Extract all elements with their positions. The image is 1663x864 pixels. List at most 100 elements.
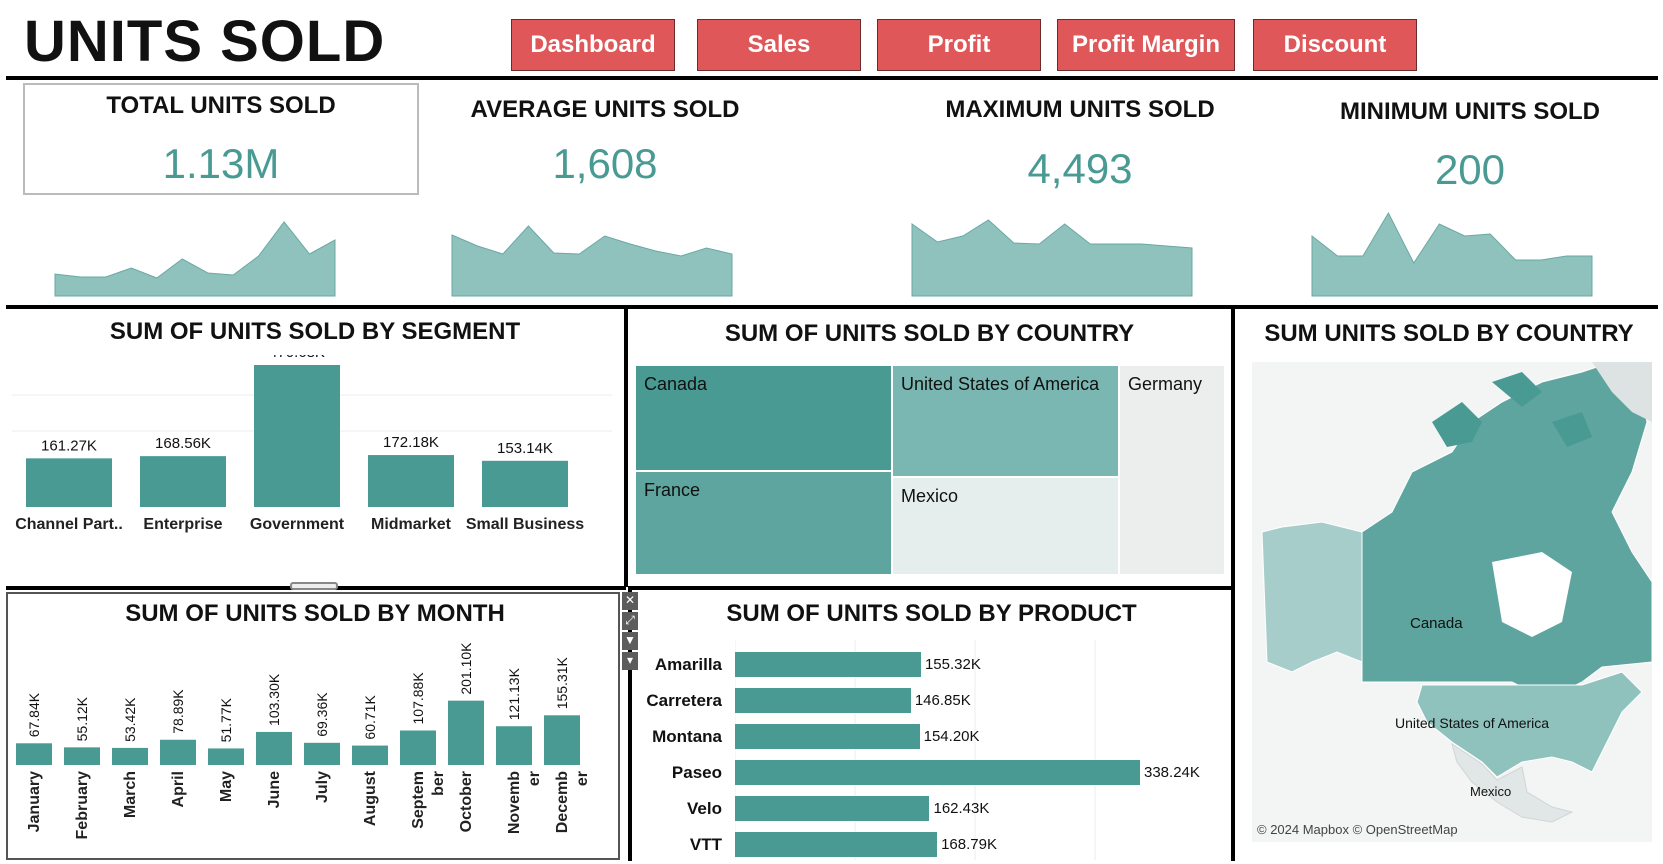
segment-value-label: 153.14K [497, 440, 553, 457]
sparkline-area [1311, 211, 1593, 297]
product-value-label: 155.32K [924, 656, 981, 673]
treemap-label-mexico: Mexico [901, 486, 959, 506]
sparkline-area [451, 225, 733, 297]
month-category-label: er [526, 771, 543, 786]
month-value-label: 51.77K [218, 697, 234, 742]
segment-category-label: Government [250, 516, 345, 533]
segment-bar [140, 456, 226, 507]
month-value-label: 121.13K [506, 667, 522, 720]
month-category-label: ber [430, 771, 447, 796]
treemap-label-france: France [644, 480, 701, 500]
segment-value-label: 470.68K [269, 355, 325, 361]
product-bar[interactable] [735, 832, 938, 857]
kpi-divider [6, 305, 1658, 309]
month-bar [16, 743, 52, 765]
segment-category-label: Small Business [466, 516, 584, 533]
segment-value-label: 161.27K [41, 437, 97, 454]
month-bar [256, 731, 292, 765]
product-bar[interactable] [735, 652, 921, 677]
product-category-label: Velo [687, 799, 722, 818]
month-bar [400, 730, 436, 765]
product-value-label: 146.85K [914, 692, 971, 709]
kpi-minimum-title: MINIMUM UNITS SOLD [1340, 98, 1600, 125]
segment-bar [254, 365, 340, 507]
page-title: UNITS SOLD [24, 9, 386, 74]
kpi-maximum-sparkline [911, 219, 1193, 297]
segment-chart-title: SUM OF UNITS SOLD BY SEGMENT [109, 318, 521, 345]
segment-value-label: 172.18K [383, 434, 439, 451]
month-chart-title: SUM OF UNITS SOLD BY MONTH [125, 600, 505, 627]
month-bar [112, 747, 148, 765]
month-category-label: January [26, 771, 43, 832]
segment-bar [482, 460, 568, 507]
product-bar-chart[interactable]: Amarilla 155.32K Carretera 146.85K Montana 15… [632, 640, 1231, 860]
product-category-label: Amarilla [654, 655, 722, 674]
product-bar[interactable] [735, 760, 1140, 785]
kpi-maximum-title: MAXIMUM UNITS SOLD [945, 96, 1215, 123]
month-value-label: 67.84K [26, 692, 42, 737]
kpi-maximum-value: 4,493 [1027, 145, 1133, 192]
nav-profit-button[interactable]: Profit [877, 19, 1041, 71]
month-value-label: 55.12K [74, 696, 90, 741]
mid-divider-right [628, 586, 1233, 590]
month-bar [64, 747, 100, 765]
month-bar [160, 739, 196, 765]
nav-dashboard-button[interactable]: Dashboard [511, 19, 675, 71]
month-category-label: Decemb [554, 771, 571, 833]
treemap-cell-mexico[interactable]: Mexico [893, 478, 1118, 574]
segment-bar-chart[interactable]: 161.27K Channel Part.. 168.56K Enterprise 47… [6, 355, 624, 585]
month-value-label: 201.10K [458, 642, 474, 695]
vertical-divider-right [1231, 305, 1235, 861]
treemap-label-canada: Canada [644, 374, 708, 394]
month-category-label: October [458, 771, 475, 832]
alaska-shape [1261, 521, 1363, 673]
product-chart-title: SUM OF UNITS SOLD BY PRODUCT [726, 600, 1137, 627]
month-bar [208, 748, 244, 765]
month-value-label: 69.36K [314, 692, 330, 737]
product-category-label: Montana [652, 727, 722, 746]
month-bar [352, 745, 388, 765]
month-category-label: April [170, 771, 187, 807]
product-bar[interactable] [735, 724, 920, 749]
product-bar[interactable] [735, 688, 911, 713]
month-bar [448, 700, 484, 765]
treemap-cell-france[interactable]: France [636, 472, 891, 574]
month-bar-chart[interactable]: 67.84K January 55.12K February 53.42K March 78… [10, 640, 622, 858]
nav-discount-button[interactable]: Discount [1253, 19, 1417, 71]
month-bar [304, 742, 340, 765]
nav-profit-margin-button[interactable]: Profit Margin [1057, 19, 1235, 71]
country-treemap-title: SUM OF UNITS SOLD BY COUNTRY [724, 320, 1135, 347]
month-value-label: 78.89K [170, 689, 186, 734]
sparkline-area [911, 219, 1193, 297]
kpi-total-sparkline [54, 221, 336, 297]
kpi-average-title: AVERAGE UNITS SOLD [470, 96, 740, 123]
country-map-title: SUM UNITS SOLD BY COUNTRY [1264, 320, 1634, 347]
month-category-label: February [74, 771, 91, 840]
treemap-cell-usa[interactable]: United States of America [893, 366, 1118, 476]
country-map[interactable] [1252, 362, 1652, 842]
product-bar[interactable] [735, 796, 930, 821]
treemap-label-usa: United States of America [901, 374, 1100, 394]
month-category-label: er [574, 771, 591, 786]
product-category-label: VTT [689, 835, 722, 854]
sparkline-area [54, 221, 336, 297]
segment-category-label: Midmarket [371, 516, 452, 533]
map-label-mexico: Mexico [1470, 784, 1512, 799]
product-value-label: 162.43K [933, 800, 990, 817]
month-category-label: August [362, 770, 379, 826]
month-value-label: 107.88K [410, 672, 426, 725]
nav-sales-button[interactable]: Sales [697, 19, 861, 71]
treemap-cell-germany[interactable]: Germany [1120, 366, 1224, 574]
kpi-average-value: 1,608 [552, 140, 658, 187]
product-category-label: Paseo [671, 763, 722, 782]
month-category-label: July [314, 771, 331, 803]
segment-bar [368, 455, 454, 507]
kpi-minimum-sparkline [1311, 211, 1593, 297]
month-category-label: March [122, 771, 139, 818]
treemap-label-germany: Germany [1128, 374, 1203, 394]
kpi-total-title: TOTAL UNITS SOLD [106, 92, 336, 119]
header-divider [6, 76, 1658, 80]
treemap-cell-canada[interactable]: Canada [636, 366, 891, 470]
month-bar [544, 715, 580, 765]
product-value-label: 338.24K [1144, 764, 1200, 781]
